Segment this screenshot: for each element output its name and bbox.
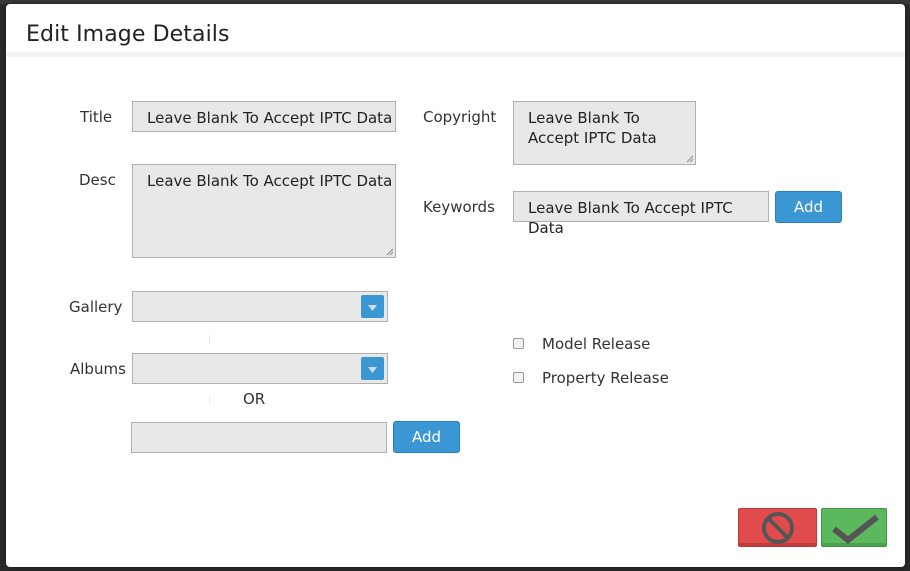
new-album-input[interactable]	[131, 422, 387, 453]
or-text: OR	[243, 390, 266, 408]
property-release-label: Property Release	[542, 369, 669, 387]
copyright-label: Copyright	[423, 108, 497, 126]
cancel-button[interactable]	[738, 508, 817, 547]
keywords-label: Keywords	[423, 198, 495, 216]
keywords-add-button[interactable]: Add	[775, 191, 842, 223]
new-album-add-button[interactable]: Add	[393, 421, 460, 453]
gallery-label: Gallery	[69, 298, 123, 316]
desc-label: Desc	[79, 171, 116, 189]
cancel-circle-icon	[762, 512, 794, 544]
copyright-placeholder: Leave Blank To Accept IPTC Data	[528, 109, 657, 147]
title-label: Title	[80, 108, 113, 126]
dialog-title: Edit Image Details	[26, 22, 230, 47]
confirm-button[interactable]	[821, 508, 887, 547]
gallery-select[interactable]	[132, 291, 388, 322]
resize-handle-icon[interactable]	[386, 248, 394, 256]
checkmark-icon	[832, 514, 879, 544]
model-release-checkbox[interactable]	[513, 338, 524, 349]
divider-mark	[209, 396, 210, 404]
albums-label: Albums	[70, 360, 126, 378]
resize-handle-icon[interactable]	[686, 155, 694, 163]
keywords-input[interactable]: Leave Blank To Accept IPTC Data	[513, 191, 769, 237]
chevron-down-icon[interactable]	[361, 295, 384, 318]
desc-placeholder: Leave Blank To Accept IPTC Data	[147, 172, 393, 190]
edit-image-dialog: Edit Image Details Title Leave Blank To …	[6, 4, 905, 567]
header-divider	[6, 52, 905, 57]
model-release-label: Model Release	[542, 335, 651, 353]
divider-mark	[209, 335, 210, 343]
property-release-checkbox[interactable]	[513, 372, 524, 383]
copyright-textarea[interactable]: Leave Blank To Accept IPTC Data	[513, 101, 696, 165]
desc-textarea[interactable]: Leave Blank To Accept IPTC Data	[132, 164, 396, 258]
title-input[interactable]: Leave Blank To Accept IPTC Data	[132, 101, 396, 132]
albums-select[interactable]	[132, 353, 388, 384]
chevron-down-icon[interactable]	[361, 357, 384, 380]
